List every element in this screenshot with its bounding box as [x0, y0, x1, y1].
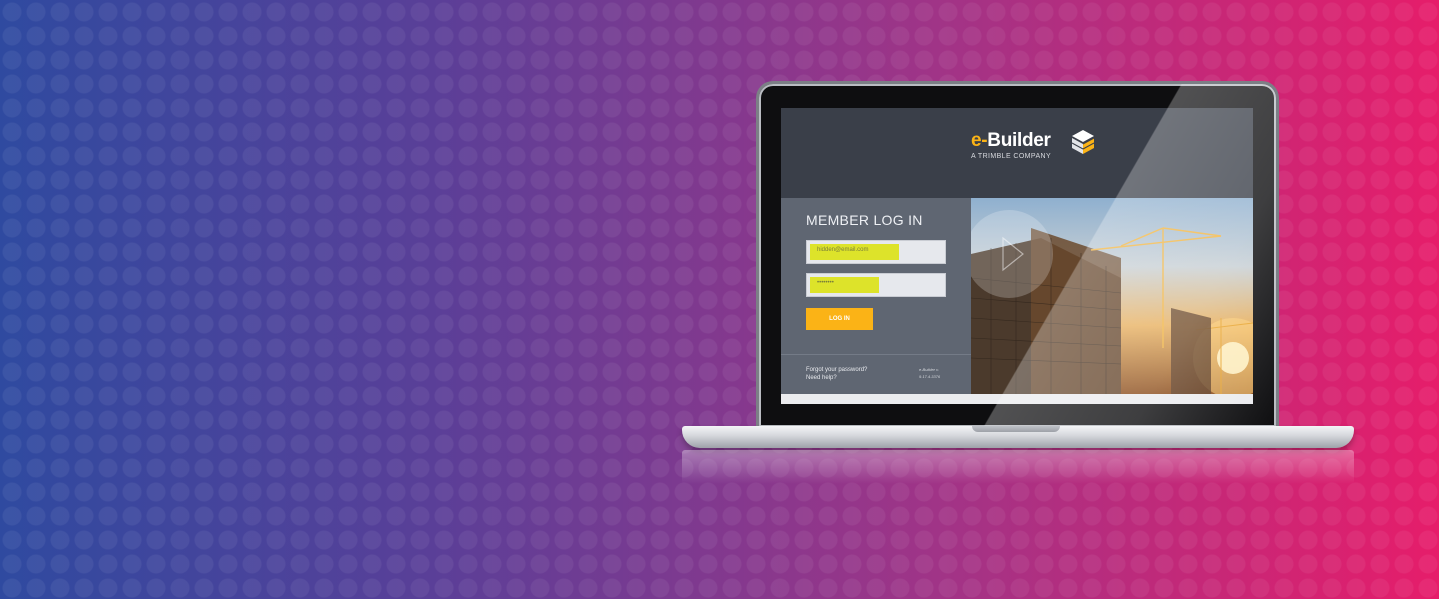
forgot-password-link[interactable]: Forgot your password? — [806, 366, 867, 374]
need-help-link[interactable]: Need help? — [806, 374, 867, 382]
cube-stack-icon — [1071, 130, 1095, 154]
username-field[interactable]: hidden@email.com — [806, 240, 946, 264]
login-panel: MEMBER LOG IN hidden@email.com •••••••• … — [781, 198, 971, 394]
laptop-screen: e-Builder A TRIMBLE COMPANY MEMBER LOG I… — [781, 108, 1253, 404]
version-info: e-Builder v. 9.17.4.3376 — [919, 366, 959, 380]
construction-photo — [971, 198, 1253, 394]
screen-bottom-strip — [781, 394, 1253, 404]
app-header: e-Builder A TRIMBLE COMPANY — [781, 108, 1253, 198]
help-links: Forgot your password? Need help? — [806, 366, 867, 382]
logo-subtitle: A TRIMBLE COMPANY — [971, 153, 1052, 160]
laptop-base — [682, 426, 1354, 448]
login-button[interactable]: LOG IN — [806, 308, 873, 330]
logo-e: e- — [971, 130, 988, 151]
password-field[interactable]: •••••••• — [806, 273, 946, 297]
username-value: hidden@email.com — [817, 247, 869, 253]
password-value: •••••••• — [817, 280, 834, 286]
laptop-opening-notch — [972, 426, 1060, 432]
logo-wordmark: e-Builder — [971, 130, 1051, 152]
ebuilder-logo: e-Builder A TRIMBLE COMPANY — [971, 130, 1095, 160]
logo-builder: Builder — [987, 130, 1051, 151]
laptop-reflection — [682, 450, 1354, 484]
laptop-lid: e-Builder A TRIMBLE COMPANY MEMBER LOG I… — [759, 84, 1276, 427]
panel-divider — [781, 354, 971, 355]
version-label: e-Builder v. — [919, 367, 939, 372]
version-number: 9.17.4.3376 — [919, 374, 941, 379]
member-login-title: MEMBER LOG IN — [806, 212, 923, 228]
construction-scene — [971, 210, 1253, 394]
